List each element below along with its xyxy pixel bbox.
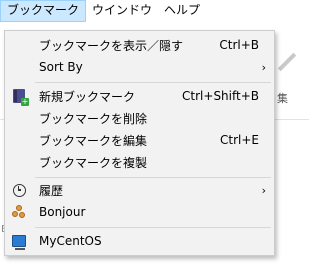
- menu-item-label: ブックマークを表示／隠す: [39, 38, 184, 53]
- menu-item-label: ブックマークを編集: [39, 133, 148, 148]
- chevron-right-icon: ›: [261, 183, 266, 197]
- menu-item-mycentos[interactable]: MyCentOS: [6, 230, 273, 252]
- menu-bar: ブックマーク ウインドウ ヘルプ: [0, 0, 309, 22]
- chevron-right-icon: ›: [261, 60, 266, 74]
- menu-window[interactable]: ウインドウ: [86, 0, 158, 22]
- edit-pen-icon[interactable]: [277, 52, 297, 72]
- menu-item-history[interactable]: 履歴 ›: [6, 179, 273, 201]
- menu-item-label: ブックマークを削除: [39, 111, 148, 126]
- menu-bookmarks[interactable]: ブックマーク: [0, 0, 87, 22]
- menu-item-sort-by[interactable]: Sort By ›: [6, 56, 273, 78]
- menu-separator: [35, 177, 271, 178]
- remote-desktop-icon: [11, 233, 27, 250]
- app-window: ブックマーク ウインドウ ヘルプ 集 B ブックマークを表示／隠す Ctrl+B…: [0, 0, 309, 270]
- menu-item-label: MyCentOS: [39, 234, 102, 248]
- toolbar-edit-label: 集: [277, 92, 288, 105]
- menu-item-edit-bookmark[interactable]: ブックマークを編集 Ctrl+E: [6, 129, 273, 151]
- menu-item-delete-bookmark[interactable]: ブックマークを削除: [6, 107, 273, 129]
- menu-item-label: 新規ブックマーク: [39, 89, 136, 104]
- menu-separator: [35, 82, 271, 83]
- menu-item-bonjour[interactable]: Bonjour: [6, 201, 273, 223]
- history-clock-icon: [11, 182, 27, 198]
- menu-item-label: Bonjour: [39, 205, 86, 219]
- menu-item-shortcut: Ctrl+B: [219, 38, 259, 52]
- menu-item-shortcut: Ctrl+Shift+B: [182, 89, 259, 103]
- menu-help[interactable]: ヘルプ: [158, 0, 206, 22]
- menu-item-label: 履歴: [39, 183, 64, 198]
- menu-item-duplicate-bookmark[interactable]: ブックマークを複製: [6, 151, 273, 173]
- menu-item-label: ブックマークを複製: [39, 155, 148, 170]
- menu-item-shortcut: Ctrl+E: [220, 133, 259, 147]
- bonjour-icon: [11, 204, 27, 220]
- menu-item-new-bookmark[interactable]: + 新規ブックマーク Ctrl+Shift+B: [6, 85, 273, 107]
- menu-separator: [35, 227, 271, 228]
- menu-item-label: Sort By: [39, 60, 83, 74]
- menu-item-toggle-bookmarks[interactable]: ブックマークを表示／隠す Ctrl+B: [6, 34, 273, 56]
- new-bookmark-icon: +: [11, 88, 29, 106]
- bookmark-menu: ブックマークを表示／隠す Ctrl+B Sort By › + 新規ブックマーク…: [4, 30, 275, 256]
